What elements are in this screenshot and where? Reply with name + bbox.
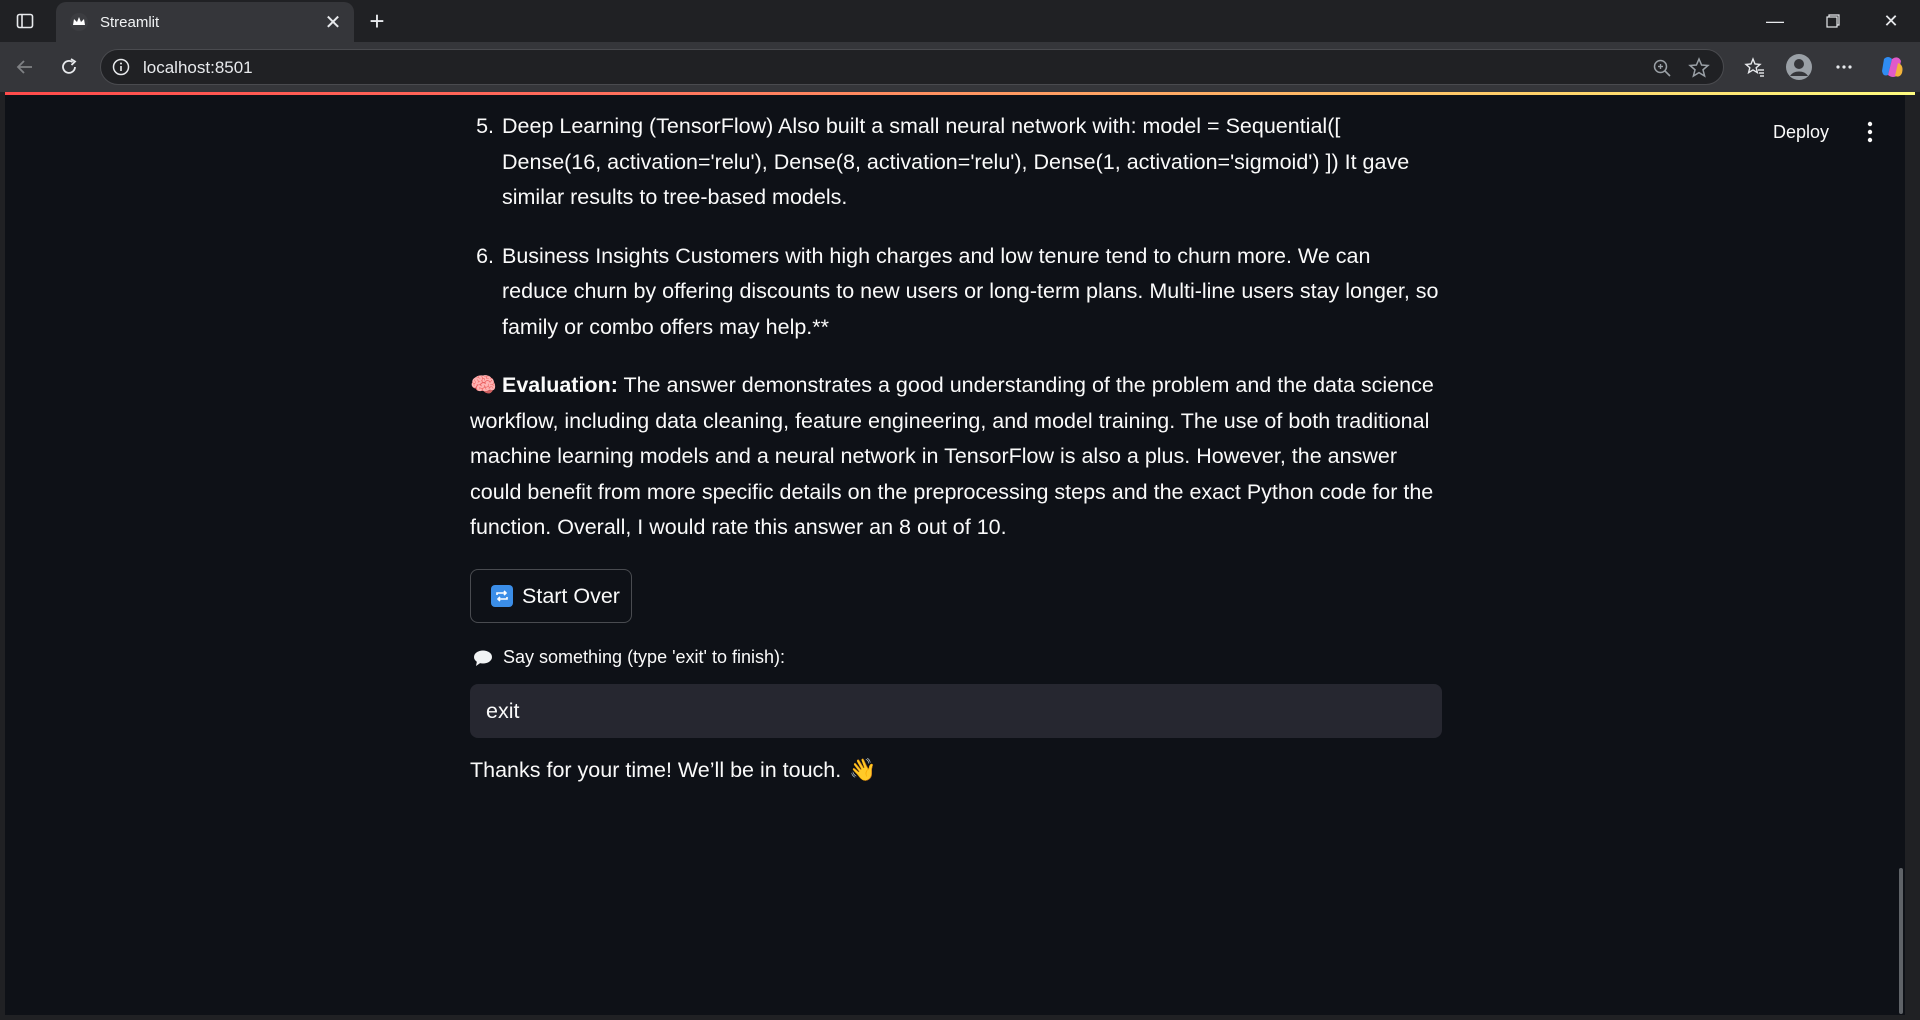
list-item-number: 5. [476,114,494,138]
list-item-number: 6. [476,243,494,268]
tab-title: Streamlit [100,13,160,31]
tab-strip: Streamlit ✕ + — ✕ [0,0,1920,42]
streamlit-app: Deploy 5. Deep Learning (TensorFlow) Als… [5,95,1905,1015]
streamlit-crown-icon [68,11,90,33]
more-options-icon[interactable] [1828,51,1860,83]
copilot-icon[interactable] [1876,51,1908,83]
browser-toolbar: localhost:8501 [0,42,1920,92]
address-bar[interactable]: localhost:8501 [100,49,1724,85]
answer-list: 5. Deep Learning (TensorFlow) Also built… [470,109,1442,345]
minimize-icon[interactable]: — [1746,0,1804,42]
url-text: localhost:8501 [143,58,253,77]
scrollbar[interactable] [1899,868,1903,1014]
start-over-label: Start Over [522,583,620,608]
zoom-icon[interactable] [1651,57,1673,79]
main-content: 5. Deep Learning (TensorFlow) Also built… [470,109,1442,546]
deploy-button[interactable]: Deploy [1763,118,1839,147]
evaluation-paragraph: 🧠 Evaluation: The answer demonstrates a … [470,368,1442,546]
app-toolbar: Deploy [1763,117,1885,147]
restore-icon[interactable] [1804,0,1862,42]
tab-actions-icon[interactable] [10,8,40,34]
window-controls: — ✕ [1746,0,1920,42]
site-info-icon[interactable] [111,57,131,77]
bookmark-star-icon[interactable] [1687,56,1711,80]
list-item: 5. Deep Learning (TensorFlow) Also built… [470,109,1442,216]
close-window-icon[interactable]: ✕ [1862,0,1920,42]
back-arrow-icon[interactable] [10,52,40,82]
chat-input-label: Say something (type 'exit' to finish): [473,647,785,668]
chat-input-value: exit [486,698,520,723]
evaluation-text: The answer demonstrates a good understan… [470,373,1434,539]
list-item: 6. Business Insights Customers with high… [470,239,1442,346]
browser-tab[interactable]: Streamlit ✕ [56,2,354,42]
list-item-text: Deep Learning (TensorFlow) Also built a … [502,114,1410,209]
chat-input-label-text: Say something (type 'exit' to finish): [503,647,785,667]
closing-message-text: Thanks for your time! We’ll be in touch. [470,757,842,782]
profile-avatar-icon[interactable] [1783,51,1815,83]
reload-icon[interactable] [54,52,84,82]
closing-message: Thanks for your time! We’ll be in touch.… [470,757,877,783]
brain-icon: 🧠 [470,373,497,397]
repeat-icon [491,585,513,607]
new-tab-button[interactable]: + [362,6,392,36]
evaluation-label: Evaluation: [501,373,618,397]
close-tab-icon[interactable]: ✕ [320,9,346,35]
main-menu-icon[interactable] [1855,117,1885,147]
favorites-icon[interactable] [1739,51,1771,83]
waving-hand-icon: 👋 [849,757,877,782]
list-item-text: Business Insights Customers with high ch… [502,243,1439,339]
speech-bubble-icon [473,649,495,667]
chat-text-input[interactable]: exit [470,684,1442,738]
start-over-button[interactable]: Start Over [470,569,632,623]
